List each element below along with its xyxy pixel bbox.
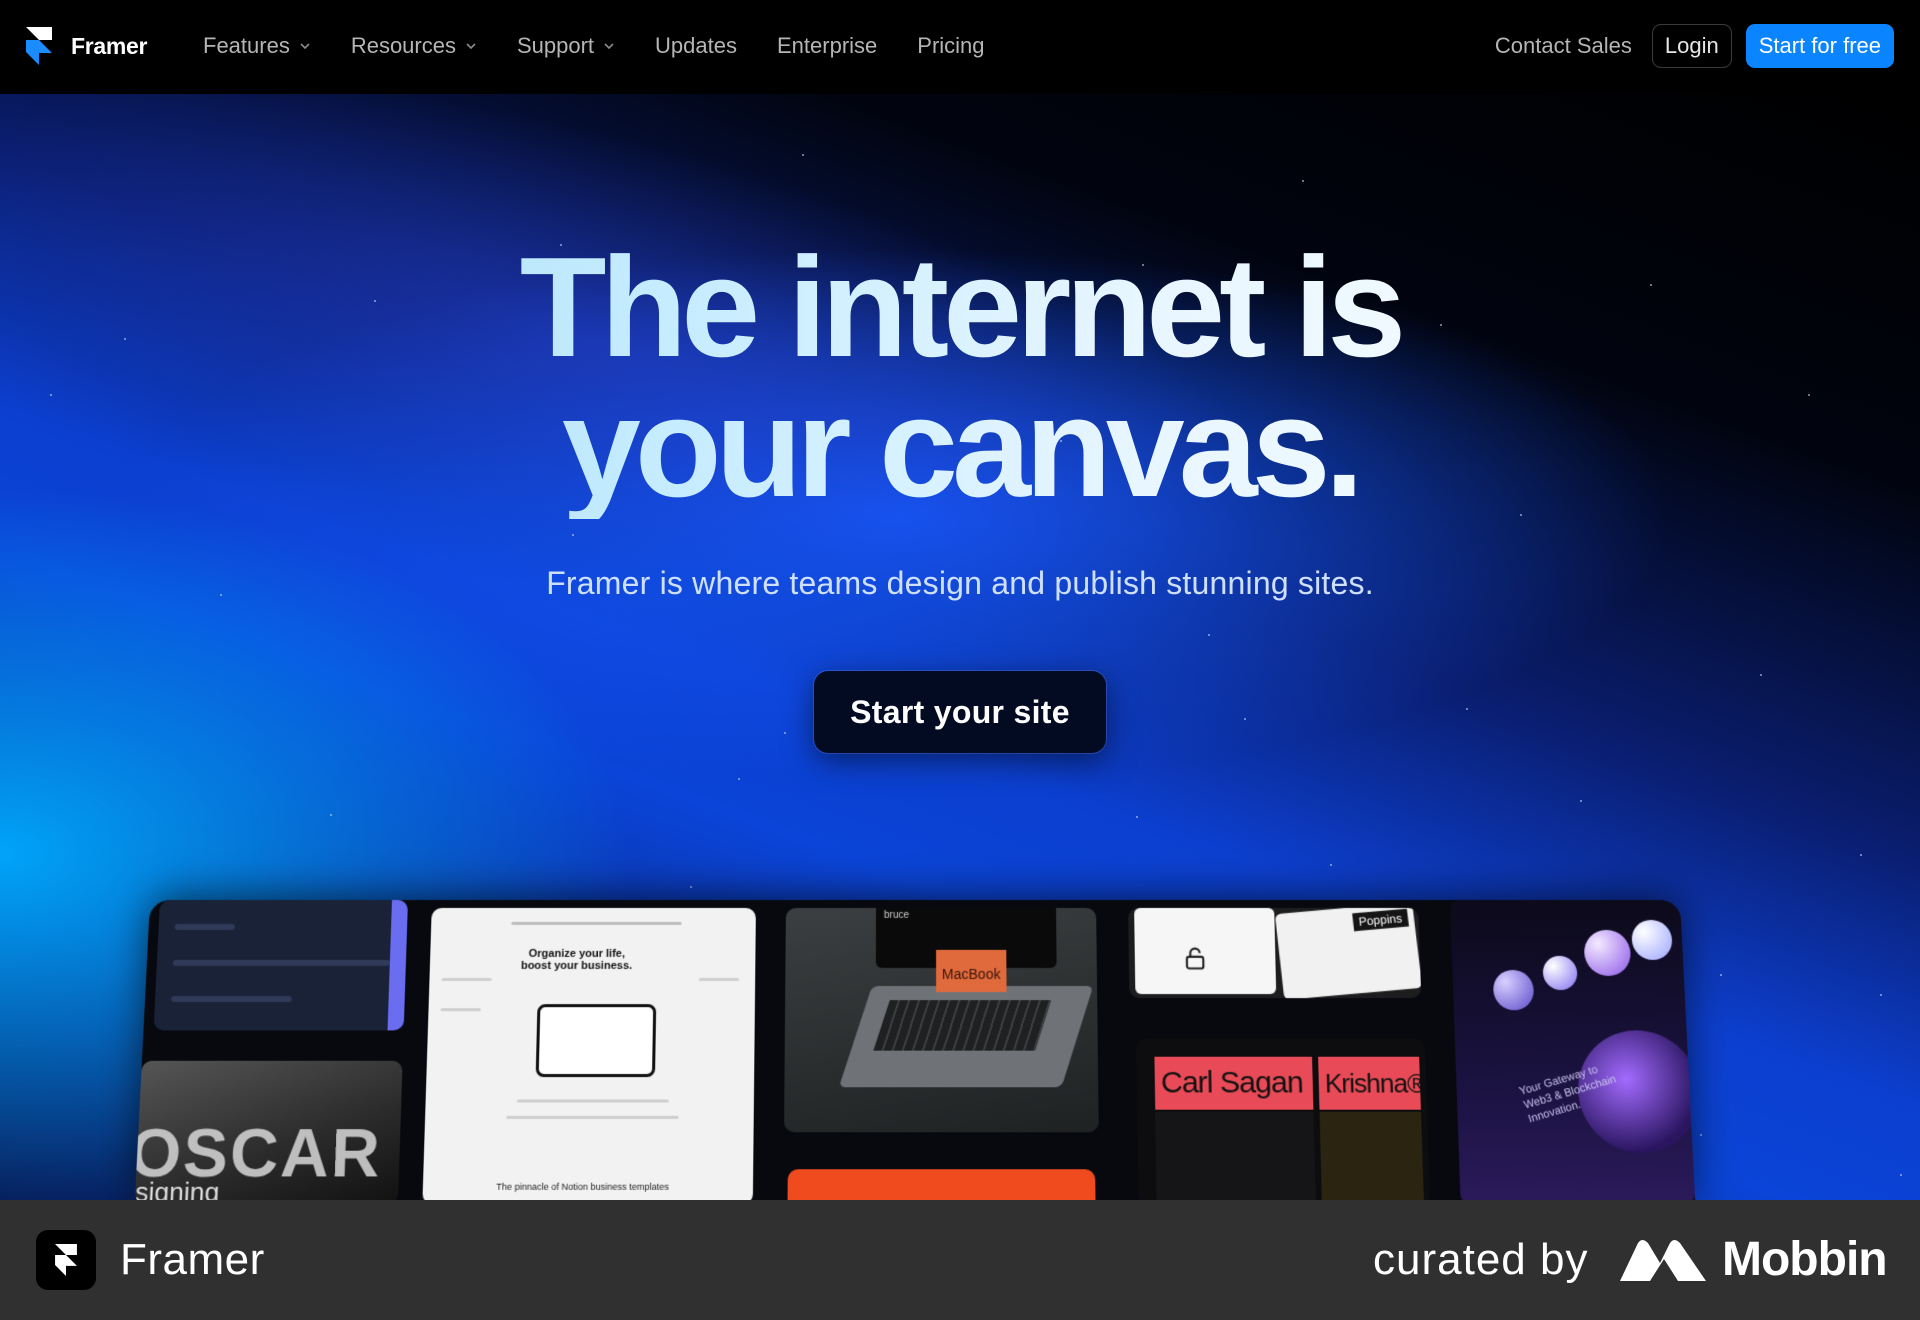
nav-resources[interactable]: Resources	[351, 33, 477, 59]
chevron-down-icon	[466, 43, 476, 50]
nav-features-label: Features	[203, 33, 290, 58]
hero-headline-line2: your canvas.	[0, 377, 1920, 519]
nav-pricing[interactable]: Pricing	[917, 33, 984, 59]
poster-artwork-right	[1319, 1111, 1424, 1200]
orange-template-preview[interactable]	[787, 1169, 1096, 1200]
nav-updates[interactable]: Updates	[655, 33, 737, 59]
nav-support-label: Support	[516, 33, 595, 58]
poster-artwork-left	[1155, 1111, 1316, 1200]
contact-sales-link[interactable]: Contact Sales	[1495, 33, 1632, 59]
poster-template-preview[interactable]: Carl Sagan Krishna®	[1135, 1038, 1431, 1200]
typography-template-preview[interactable]: Poppins	[1128, 907, 1422, 999]
lock-icon	[1181, 944, 1210, 972]
nav-updates-label: Updates	[655, 33, 737, 58]
top-navigation: Framer Features Resources Support Update…	[0, 0, 1920, 94]
framer-logo-icon[interactable]	[26, 27, 52, 65]
framer-app-icon	[36, 1230, 96, 1290]
bruce-template-preview[interactable]: bruce MacBook	[784, 907, 1099, 1133]
curated-by-label: curated by	[1373, 1235, 1589, 1284]
poppins-badge: Poppins	[1351, 908, 1409, 932]
login-button[interactable]: Login	[1651, 24, 1732, 68]
chevron-down-icon	[604, 43, 614, 50]
laptop-label: MacBook	[936, 949, 1007, 993]
nav-links: Features Resources Support Updates Enter…	[203, 33, 1025, 59]
type-card-lock	[1134, 907, 1277, 995]
notion-template-preview[interactable]: Organize your life, boost your business.…	[422, 907, 756, 1200]
web3-template-preview[interactable]: Your Gateway to Web3 & Blockchain Innova…	[1450, 900, 1696, 1200]
dashboard-template-preview[interactable]	[153, 900, 408, 1031]
chevron-down-icon	[300, 43, 310, 50]
nav-pricing-label: Pricing	[917, 33, 985, 58]
hero-subtitle: Framer is where teams design and publish…	[546, 565, 1374, 601]
nav-features[interactable]: Features	[203, 33, 311, 59]
oscar-template-preview[interactable]: OSCAR signing	[134, 1060, 403, 1200]
carl-sagan-poster: Carl Sagan	[1154, 1056, 1314, 1110]
oscar-subtitle: signing	[134, 1176, 221, 1200]
nav-enterprise-label: Enterprise	[777, 33, 878, 58]
laptop-brand: bruce	[883, 909, 910, 921]
doc-template-footer: The pinnacle of Notion business template…	[496, 1181, 670, 1192]
mobbin-wordmark: Mobbin	[1722, 1233, 1888, 1286]
krishna-poster: Krishna®	[1318, 1056, 1421, 1110]
nav-enterprise[interactable]: Enterprise	[777, 33, 877, 59]
nav-actions: Contact Sales Login Start for free	[1495, 24, 1894, 68]
framer-logo-icon	[55, 1244, 77, 1276]
doc-template-title: Organize your life, boost your business.	[520, 947, 633, 972]
template-showcase: OSCAR signing Organize your life, boost …	[134, 900, 1696, 1200]
brand-name[interactable]: Framer	[71, 33, 147, 60]
nav-resources-label: Resources	[350, 33, 456, 58]
hero-headline-line1: The internet is	[0, 237, 1920, 379]
nav-support[interactable]: Support	[517, 33, 615, 59]
type-card-specimen: Poppins	[1274, 907, 1422, 999]
app-name: Framer	[120, 1235, 265, 1284]
start-for-free-button[interactable]: Start for free	[1745, 24, 1894, 68]
start-your-site-button[interactable]: Start your site	[814, 671, 1106, 753]
mobbin-logo-icon	[1620, 1240, 1706, 1281]
laptop-keyboard	[873, 1000, 1052, 1051]
hero-section: The internet is your canvas. Framer is w…	[0, 94, 1920, 1200]
doc-device-frame	[535, 1004, 657, 1078]
attribution-bar: Framer curated by Mobbin	[0, 1200, 1920, 1320]
